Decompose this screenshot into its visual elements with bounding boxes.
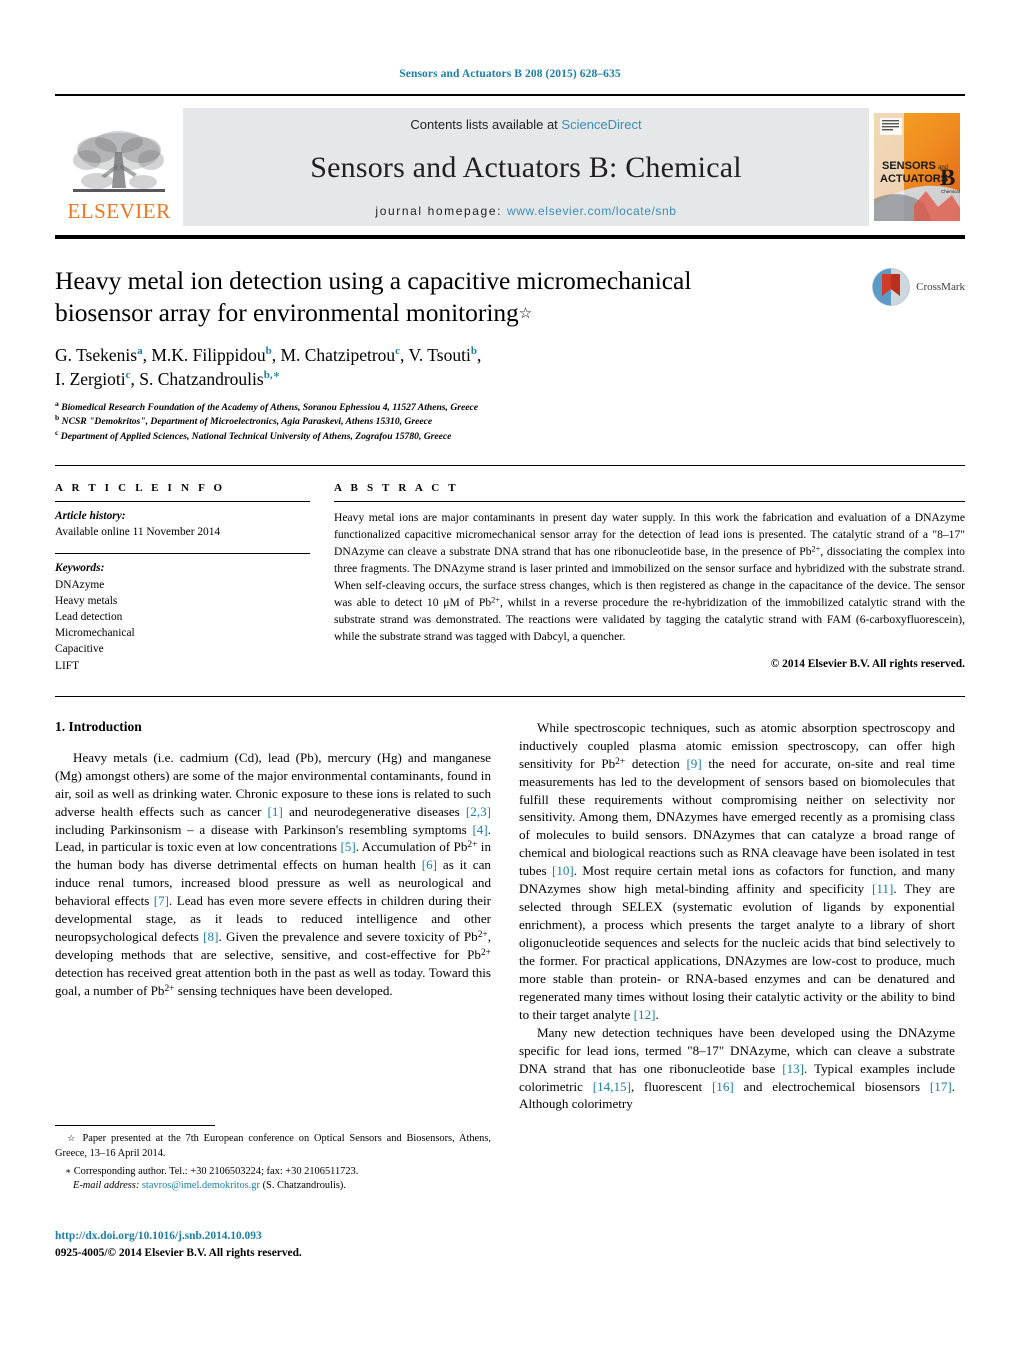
svg-text:SENSORS: SENSORS xyxy=(882,160,936,172)
article-history-group: Article history: Available online 11 Nov… xyxy=(55,502,310,540)
paragraph: Many new detection techniques have been … xyxy=(519,1024,956,1112)
footnote-corresponding: ∗ Corresponding author. Tel.: +30 210650… xyxy=(55,1165,491,1195)
abstract-heading: A B S T R A C T xyxy=(334,482,459,495)
page-title: Heavy metal ion detection using a capaci… xyxy=(55,265,795,329)
affiliation-marker: a xyxy=(55,398,59,408)
author-entry[interactable]: M. Chatzipetrouc xyxy=(280,345,400,365)
publisher-block: http://dx.doi.org/10.1016/j.snb.2014.10.… xyxy=(55,1228,555,1261)
doi-link[interactable]: http://dx.doi.org/10.1016/j.snb.2014.10.… xyxy=(55,1228,555,1245)
abstract-bottom-rule xyxy=(55,695,965,697)
affiliation-text: Biomedical Research Foundation of the Ac… xyxy=(61,401,479,413)
journal-masthead: ELSEVIER Contents lists available at Sci… xyxy=(55,108,965,226)
author-name: S. Chatzandroulis xyxy=(139,369,264,390)
keyword-item: Micromechanical xyxy=(55,627,135,640)
title-block-bottom-rule xyxy=(55,465,965,467)
keyword-item: DNAzyme xyxy=(55,578,105,591)
elsevier-tree-icon xyxy=(73,131,165,192)
article-info-column: A R T I C L E I N F O Article history: A… xyxy=(55,482,310,674)
author-name: G. Tsekenis xyxy=(55,345,138,366)
author-entry[interactable]: M.K. Filippidoub xyxy=(151,345,271,365)
title-line-1: Heavy metal ion detection using a capaci… xyxy=(55,266,692,295)
svg-text:B: B xyxy=(940,165,955,190)
paragraph: Heavy metals (i.e. cadmium (Cd), lead (P… xyxy=(55,749,491,998)
keywords-label: Keywords: xyxy=(55,562,105,575)
contents-prefix: Contents lists available at xyxy=(410,117,562,132)
paragraph: While spectroscopic techniques, such as … xyxy=(519,719,955,1022)
crossmark-icon xyxy=(872,268,911,306)
crossmark-badge[interactable]: CrossMark xyxy=(871,267,965,307)
author-entry[interactable]: S. Chatzandroulisb,∗ xyxy=(139,369,280,389)
affiliation-list: a Biomedical Research Foundation of the … xyxy=(55,398,965,446)
article-info-heading: A R T I C L E I N F O xyxy=(55,482,226,495)
elsevier-wordmark: ELSEVIER xyxy=(67,199,171,223)
author-sep: , xyxy=(142,345,152,366)
journal-cover-thumbnail: SENSORS and ACTUATORS B Chemical xyxy=(869,108,965,226)
email-address-label: E-mail address: xyxy=(73,1180,140,1192)
conference-footnote-marker: ☆ xyxy=(65,1133,78,1143)
conference-footnote-text: Paper presented at the 7th European conf… xyxy=(55,1133,491,1159)
abstract-column: A B S T R A C T Heavy metal ions are maj… xyxy=(334,482,965,674)
affiliation-item: a Biomedical Research Foundation of the … xyxy=(55,398,965,416)
journal-article-page: Sensors and Actuators B 208 (2015) 628–6… xyxy=(0,0,1020,1351)
crossmark-label: CrossMark xyxy=(916,281,965,293)
author-name: V. Tsouti xyxy=(408,345,471,366)
sciencedirect-link[interactable]: ScienceDirect xyxy=(561,117,641,132)
info-abstract-region: A R T I C L E I N F O Article history: A… xyxy=(55,482,965,674)
issn-copyright-line: 0925-4005/© 2014 Elsevier B.V. All right… xyxy=(55,1246,302,1259)
contents-available-line: Contents lists available at ScienceDirec… xyxy=(410,117,641,132)
keyword-item: Capacitive xyxy=(55,643,104,656)
author-entry[interactable]: V. Tsoutib xyxy=(408,345,476,365)
svg-text:ACTUATORS: ACTUATORS xyxy=(880,173,948,185)
section-heading-introduction: 1. Introduction xyxy=(55,718,142,734)
homepage-url-link[interactable]: www.elsevier.com/locate/snb xyxy=(507,204,677,218)
corresponding-footnote-marker: ∗ xyxy=(65,1165,72,1176)
keyword-item: LIFT xyxy=(55,659,80,672)
author-sep: , xyxy=(130,369,140,390)
running-head: Sensors and Actuators B 208 (2015) 628–6… xyxy=(399,68,621,80)
affiliation-marker: b xyxy=(55,413,60,423)
footnote-conference: ☆ Paper presented at the 7th European co… xyxy=(55,1132,491,1162)
footnote-rule xyxy=(55,1125,215,1126)
author-name: M. Chatzipetrou xyxy=(280,345,396,366)
author-entry[interactable]: G. Tsekenisa xyxy=(55,345,143,365)
affiliation-marker: c xyxy=(55,428,59,438)
keyword-item: Heavy metals xyxy=(55,594,118,607)
affiliation-text: Department of Applied Sciences, National… xyxy=(60,431,452,443)
footnote-area: ☆ Paper presented at the 7th European co… xyxy=(55,1125,491,1194)
journal-band: Contents lists available at ScienceDirec… xyxy=(183,108,869,226)
keyword-item: Lead detection xyxy=(55,611,123,624)
author-list: G. Tsekenisa, M.K. Filippidoub, M. Chatz… xyxy=(55,343,815,391)
email-owner: (S. Chatzandroulis). xyxy=(262,1180,346,1192)
abstract-text: Heavy metal ions are major contaminants … xyxy=(334,511,965,644)
corresponding-author-star: ∗ xyxy=(272,369,281,382)
elsevier-logo: ELSEVIER xyxy=(55,108,183,226)
title-footnote-marker: ☆ xyxy=(518,306,533,323)
author-entry[interactable]: I. Zergiotic xyxy=(55,369,131,389)
keywords-group: Keywords: DNAzyme Heavy metals Lead dete… xyxy=(55,554,310,673)
header-rule xyxy=(55,94,965,96)
title-line-2: biosensor array for environmental monito… xyxy=(55,298,519,328)
email-link[interactable]: stavros@imel.demokritos.gr xyxy=(142,1180,260,1191)
affiliation-text: NCSR "Demokritos", Department of Microel… xyxy=(61,416,433,428)
journal-title: Sensors and Actuators B: Chemical xyxy=(310,151,742,184)
article-history-value: Available online 11 November 2014 xyxy=(55,526,221,539)
masthead-bottom-rule xyxy=(55,235,965,239)
abstract-copyright: © 2014 Elsevier B.V. All rights reserved… xyxy=(770,658,965,671)
cover-image-icon: SENSORS and ACTUATORS B Chemical xyxy=(874,113,960,221)
journal-homepage-line: journal homepage: www.elsevier.com/locat… xyxy=(375,204,676,218)
homepage-label: journal homepage: xyxy=(375,204,503,218)
author-affil-marker: b,∗ xyxy=(263,369,281,382)
article-history-label: Article history: xyxy=(55,510,126,523)
author-name: M.K. Filippidou xyxy=(151,345,266,366)
body-right-column: While spectroscopic techniques, such as … xyxy=(519,719,955,1114)
body-left-column: 1. Introduction Heavy metals (i.e. cadmi… xyxy=(55,719,491,1114)
author-sep: , xyxy=(476,345,482,366)
affiliation-item: b NCSR "Demokritos", Department of Micro… xyxy=(55,413,965,430)
svg-text:Chemical: Chemical xyxy=(941,189,960,194)
body-columns: 1. Introduction Heavy metals (i.e. cadmi… xyxy=(55,719,965,1114)
author-name: I. Zergioti xyxy=(55,369,126,390)
corresponding-footnote-text: Corresponding author. Tel.: +30 21065032… xyxy=(73,1165,359,1177)
title-block: CrossMark Heavy metal ion detection usin… xyxy=(55,265,965,445)
affiliation-item: c Department of Applied Sciences, Nation… xyxy=(55,428,965,445)
